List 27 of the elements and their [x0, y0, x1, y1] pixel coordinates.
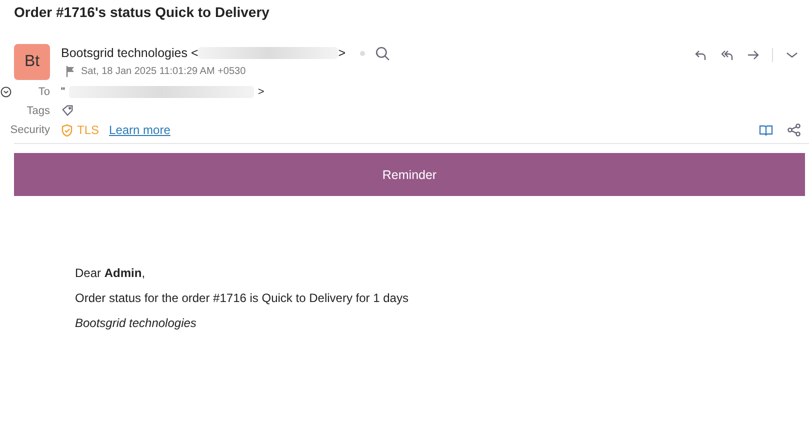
book-icon[interactable] — [759, 123, 773, 137]
greeting-text: Dear Admin, — [75, 266, 146, 280]
shield-icon — [61, 124, 73, 136]
flag-icon[interactable] — [66, 66, 75, 77]
sender-bracket: > — [338, 46, 346, 60]
to-bracket: > — [258, 86, 264, 98]
share-icon[interactable] — [787, 123, 801, 137]
message-text: Order status for the order #1716 is Quick to Delivery for 1 days — [75, 291, 410, 305]
tag-icon[interactable] — [61, 104, 74, 117]
tls-text: TLS — [77, 123, 100, 137]
email-subject: Order #1716's status Quick to Delivery — [13, 3, 270, 22]
expand-icon[interactable] — [0, 86, 12, 98]
sender-name: Bootsgrid technologies < — [61, 46, 198, 60]
email-date: Sat, 18 Jan 2025 11:01:29 AM +0530 — [81, 66, 246, 77]
sender-avatar: Bt — [14, 44, 50, 80]
forward-icon[interactable] — [746, 48, 760, 62]
learn-more-link[interactable]: Learn more — [109, 123, 170, 137]
reply-icon[interactable] — [694, 48, 708, 62]
security-label: Security — [10, 124, 50, 136]
to-quote: " — [61, 86, 65, 98]
dot-icon — [360, 50, 365, 56]
reminder-banner: Reminder — [14, 153, 805, 196]
search-icon[interactable] — [374, 46, 390, 60]
reply-all-icon[interactable] — [720, 48, 734, 62]
to-label: To — [38, 86, 50, 98]
signature-text: Bootsgrid technologies — [75, 316, 198, 330]
tags-label: Tags — [26, 104, 50, 116]
